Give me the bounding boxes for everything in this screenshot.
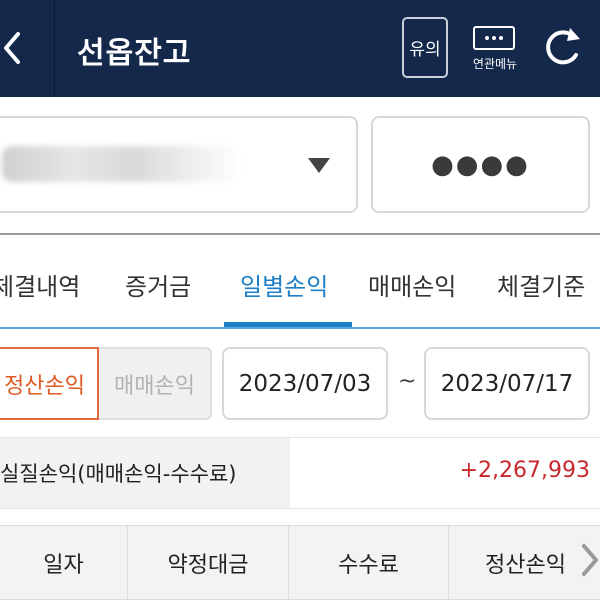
app-header: 선옵잔고 유의 연관메뉴 [0,0,600,97]
notice-button[interactable]: 유의 [402,17,448,78]
column-header-contract-amount: 약정대금 [128,526,289,599]
column-header-fee: 수수료 [289,526,449,599]
table-header: 일자 약정대금 수수료 정산손익 [0,525,600,600]
start-date-field[interactable]: 2023/07/03 [222,347,388,420]
tab-executions[interactable]: 체결내역 [0,267,80,302]
tab-margin[interactable]: 증거금 [125,267,191,302]
password-mask: ●●●● [431,149,530,180]
real-pnl-value: +2,267,993 [459,458,590,483]
notice-label: 유의 [409,40,441,60]
settlement-pnl-toggle[interactable]: 정산손익 [0,347,99,420]
password-field[interactable]: ●●●● [371,116,590,213]
back-button[interactable] [0,0,55,97]
account-number-blurred [2,146,242,182]
real-pnl-label: 실질손익(매매손익-수수료) [0,462,237,486]
tab-execution-basis[interactable]: 체결기준 [497,267,585,302]
related-menu-button[interactable]: 연관메뉴 [470,22,520,78]
tab-trading-pnl[interactable]: 매매손익 [368,267,456,302]
tab-daily-pnl[interactable]: 일별손익 [240,267,328,302]
related-menu-label: 연관메뉴 [472,57,518,71]
tab-divider [0,327,600,329]
column-header-date: 일자 [0,526,128,599]
refresh-icon[interactable] [540,25,584,71]
trading-pnl-toggle[interactable]: 매매손익 [99,347,212,420]
chevron-right-icon[interactable] [578,542,600,578]
end-date-field[interactable]: 2023/07/17 [424,347,590,420]
divider [0,508,600,509]
date-separator: ~ [398,369,417,394]
page-title: 선옵잔고 [77,36,192,71]
tab-bar: 체결내역 증거금 일별손익 매매손익 체결기준 [0,235,600,330]
more-dots-icon [473,26,515,50]
account-select[interactable] [0,116,358,213]
dropdown-arrow-icon [308,158,330,173]
chevron-left-icon [4,32,20,64]
